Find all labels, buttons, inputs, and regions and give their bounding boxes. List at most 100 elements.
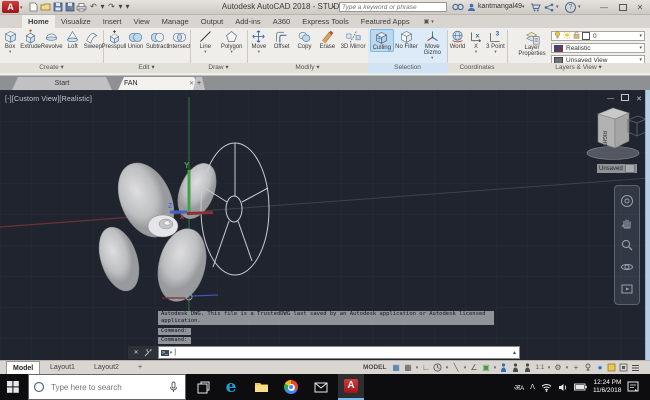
tab-output[interactable]: Output [195, 15, 230, 28]
user-dropdown-icon[interactable]: ▾ [522, 4, 525, 10]
tool-3d-mirror[interactable]: 3D Mirror [339, 29, 367, 50]
viewport-scrollbar[interactable] [645, 90, 650, 360]
annotation-autoscale-icon[interactable] [510, 361, 521, 374]
new-layout-button[interactable]: + [132, 361, 148, 374]
taskbar-search-input[interactable] [49, 382, 163, 393]
command-customize-wrench-icon[interactable] [144, 349, 152, 357]
polar-tracking-icon[interactable] [432, 361, 443, 374]
isodraft-icon[interactable]: ╲ [450, 361, 461, 374]
line-dropdown-icon[interactable]: ▾ [204, 50, 206, 54]
move-dropdown-icon[interactable]: ▾ [258, 50, 260, 54]
layer-color-swatch[interactable] [582, 32, 590, 40]
snap-dropdown-icon[interactable]: ▾ [414, 361, 419, 374]
drawing-restore-icon[interactable] [621, 94, 629, 103]
file-tab-fan[interactable]: FAN✕ [118, 77, 200, 90]
ucs-x-dropdown-icon[interactable]: ▾ [475, 50, 477, 54]
taskbar-search[interactable] [28, 374, 186, 400]
user-icon[interactable] [467, 3, 476, 14]
showmotion-icon[interactable] [620, 282, 634, 296]
move-gizmo-dropdown-icon[interactable]: ▾ [431, 56, 433, 60]
show-hidden-icons-chevron[interactable]: ᐱ [530, 383, 535, 391]
viewport-controls-label[interactable]: [-][Custom View][Realistic] [5, 96, 92, 103]
tool-extrude[interactable]: Extrude [20, 29, 41, 50]
search-binoculars-icon[interactable] [452, 2, 464, 14]
ribbon-minimize-dropdown-icon[interactable]: ▾ [431, 19, 434, 25]
bulb-icon[interactable] [554, 31, 561, 41]
chrome-icon[interactable] [278, 374, 304, 400]
scale-dropdown-icon[interactable]: ▾ [546, 361, 551, 374]
tab-express-tools[interactable]: Express Tools [296, 15, 355, 28]
action-center-icon[interactable] [627, 381, 640, 393]
box-dropdown-icon[interactable]: ▾ [9, 50, 11, 54]
panel-label-layers-view[interactable]: Layers & View ▾ [507, 63, 650, 73]
tool-no-filter[interactable]: No Filter [396, 29, 418, 50]
panel-label-edit[interactable]: Edit ▾ [103, 63, 190, 73]
taskbar-clock[interactable]: 12:24 PM 11/6/2018 [593, 379, 621, 395]
command-prompt-icon[interactable]: >_ [161, 350, 169, 356]
polygon-dropdown-icon[interactable]: ▾ [231, 50, 233, 54]
unsaved-view-badge[interactable]: Unsaved [597, 164, 637, 173]
grid-display-icon[interactable]: ▦ [390, 361, 401, 374]
help-search-input[interactable] [339, 2, 447, 12]
language-indicator[interactable]: अA [514, 382, 524, 393]
tool-copy[interactable]: Copy [293, 29, 315, 50]
share-dropdown-icon[interactable]: ▾ [556, 4, 559, 10]
tool-layer-properties[interactable]: Layer Properties [515, 30, 549, 57]
tool-sweep[interactable]: Sweep [83, 29, 103, 50]
isodraft-dropdown-icon[interactable]: ▾ [462, 361, 467, 374]
close-tab-icon[interactable]: ✕ [189, 80, 194, 87]
file-explorer-icon[interactable] [248, 374, 274, 400]
tool-subtract[interactable]: Subtract [146, 29, 168, 50]
annotation-monitor-plus-icon[interactable]: + [570, 361, 581, 374]
clean-screen-icon[interactable] [618, 361, 629, 374]
annotation-visibility-icon[interactable] [498, 361, 509, 374]
tab-view[interactable]: View [128, 15, 156, 28]
tab-manage[interactable]: Manage [156, 15, 195, 28]
cart-icon[interactable] [530, 3, 541, 14]
tab-a360[interactable]: A360 [267, 15, 297, 28]
pan-hand-icon[interactable] [620, 216, 634, 230]
sun-icon[interactable] [563, 31, 571, 41]
panel-label-selection[interactable]: Selection [368, 63, 447, 73]
viewcube-face-label[interactable]: RIGHT [601, 131, 607, 147]
drawing-close-icon[interactable]: ✕ [636, 95, 642, 103]
tool-world[interactable]: World [448, 29, 468, 50]
tool-revolve[interactable]: Revolve [41, 29, 63, 50]
minimize-button[interactable]: — [600, 3, 608, 11]
edge-browser-icon[interactable]: e [218, 374, 244, 400]
restore-button[interactable] [619, 4, 627, 13]
tool-intersect[interactable]: Intersect [168, 29, 190, 50]
signed-in-username[interactable]: kantmangal49 [478, 3, 522, 10]
tool-culling[interactable]: Culling [370, 29, 394, 52]
tool-union[interactable]: Union [125, 29, 146, 50]
lock-icon[interactable] [573, 31, 580, 41]
layer-combo-dropdown-icon[interactable]: ▾ [639, 33, 642, 39]
drawing-minimize-icon[interactable]: — [607, 95, 614, 102]
visual-style-combo[interactable]: Realistic ▾ [551, 43, 645, 53]
tab-addins[interactable]: Add-ins [229, 15, 266, 28]
tab-featured-apps[interactable]: Featured Apps [355, 15, 416, 28]
battery-icon[interactable] [574, 383, 587, 391]
tool-presspull[interactable]: Presspull [103, 29, 125, 50]
tool-ucs-x[interactable]: xX▾ [468, 29, 484, 54]
workspace-dropdown-icon[interactable]: ▾ [564, 361, 569, 374]
tool-polygon[interactable]: Polygon▾ [221, 29, 243, 54]
zoom-icon[interactable] [620, 238, 634, 252]
command-close-icon[interactable]: ✕ [134, 349, 139, 356]
command-input[interactable]: >_ ▾ | ▲ [158, 346, 520, 359]
ortho-mode-icon[interactable]: ∟ [420, 361, 431, 374]
tab-insert[interactable]: Insert [97, 15, 128, 28]
snap-mode-icon[interactable]: ▦ [402, 361, 413, 374]
orbit-icon[interactable] [620, 260, 634, 274]
layout-tab-model[interactable]: Model [6, 361, 40, 374]
nav-wheel-icon[interactable] [620, 194, 634, 208]
osnap-dropdown-icon[interactable]: ▾ [492, 361, 497, 374]
tool-move-gizmo[interactable]: Move Gizmo▾ [419, 29, 445, 60]
layout-tab-layout1[interactable]: Layout1 [44, 361, 81, 374]
tool-offset[interactable]: Offset [271, 29, 293, 50]
wifi-icon[interactable] [541, 383, 552, 392]
autocad-taskbar-icon[interactable]: A [338, 374, 364, 400]
navigation-bar[interactable] [614, 185, 640, 305]
panel-label-draw[interactable]: Draw ▾ [190, 63, 247, 73]
3-point-dropdown-icon[interactable]: ▾ [494, 50, 496, 54]
